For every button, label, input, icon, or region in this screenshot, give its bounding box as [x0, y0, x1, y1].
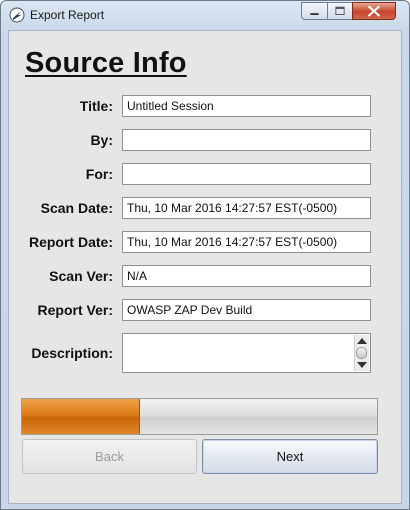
report-ver-field[interactable]	[122, 299, 371, 321]
page-title: Source Info	[25, 47, 187, 79]
scroll-down-arrow-icon[interactable]	[357, 362, 367, 368]
title-bar[interactable]: Export Report	[1, 1, 409, 29]
progress-bar	[21, 398, 378, 435]
close-icon	[368, 5, 380, 17]
scan-ver-field[interactable]	[122, 265, 371, 287]
scan-date-field[interactable]	[122, 197, 371, 219]
minimize-button[interactable]	[301, 2, 328, 20]
zap-app-icon	[9, 7, 25, 23]
scan-date-label: Scan Date:	[40, 200, 113, 216]
report-date-field[interactable]	[122, 231, 371, 253]
description-label: Description:	[31, 345, 113, 361]
next-button[interactable]: Next	[202, 439, 378, 474]
report-date-label: Report Date:	[28, 234, 113, 250]
title-label: Title:	[79, 98, 113, 114]
scroll-thumb[interactable]	[356, 347, 367, 359]
progress-fill	[22, 399, 141, 434]
report-ver-label: Report Ver:	[37, 302, 113, 318]
close-button[interactable]	[352, 2, 396, 20]
by-label: By:	[90, 132, 113, 148]
maximize-icon	[335, 6, 345, 15]
for-label: For:	[85, 166, 113, 182]
by-field[interactable]	[122, 129, 371, 151]
back-button[interactable]: Back	[22, 439, 197, 474]
export-report-window: Export Report Source Info Title: By: For…	[0, 0, 410, 510]
title-field[interactable]	[122, 95, 371, 117]
scan-ver-label: Scan Ver:	[49, 268, 113, 284]
description-field[interactable]	[122, 333, 371, 373]
window-title: Export Report	[30, 8, 105, 22]
maximize-button[interactable]	[327, 2, 353, 20]
source-info-panel: Source Info Title: By: For: Scan Date: R…	[8, 30, 402, 504]
for-field[interactable]	[122, 163, 371, 185]
minimize-icon	[310, 13, 319, 16]
description-scrollbar[interactable]	[354, 335, 369, 371]
scroll-up-arrow-icon[interactable]	[357, 338, 367, 344]
